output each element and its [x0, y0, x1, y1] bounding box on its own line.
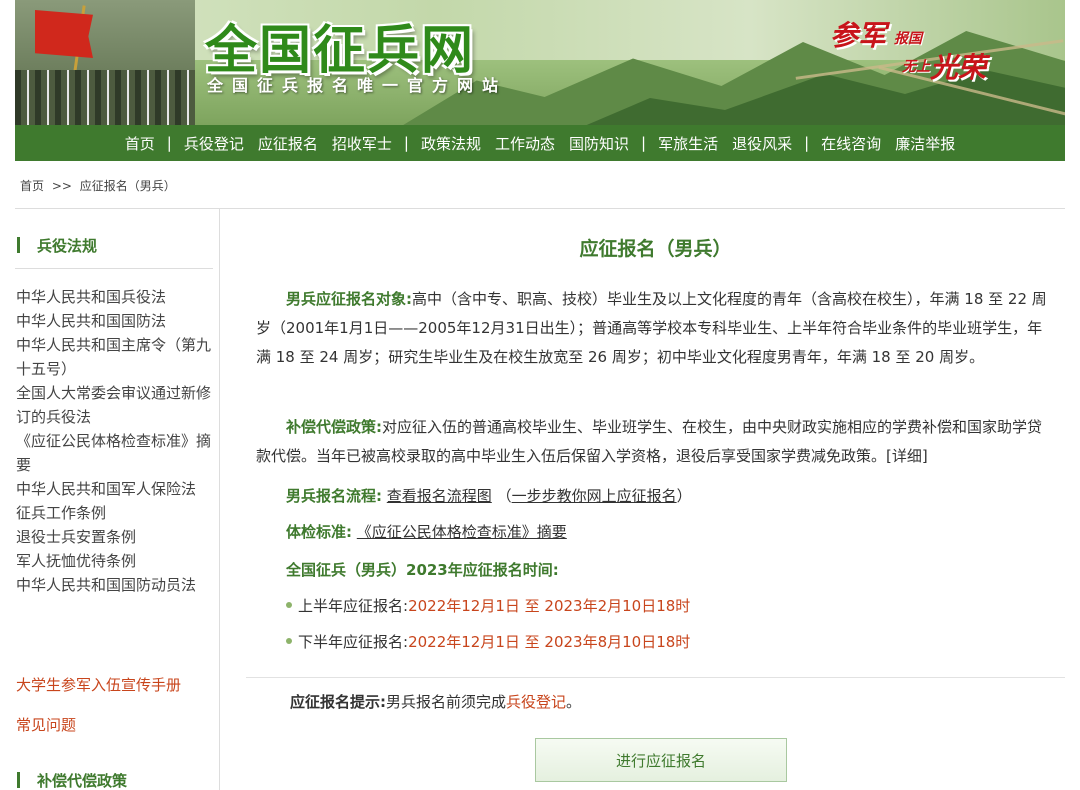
nav-separator: | — [166, 134, 172, 152]
sidebar-link-handbook[interactable]: 大学生参军入伍宣传手册 — [16, 674, 181, 695]
sidebar-item[interactable]: 中华人民共和国主席令（第九十五号） — [16, 333, 216, 381]
nav-item-sergeant-recruit[interactable]: 招收军士 — [325, 133, 399, 154]
flow-line: 男兵报名流程: 查看报名流程图 （一步步教你网上应征报名） — [286, 485, 692, 506]
heading-bar-icon — [17, 237, 20, 253]
nav-item-home[interactable]: 首页 — [118, 133, 162, 154]
nav-item-online-consult[interactable]: 在线咨询 — [814, 133, 888, 154]
heading-bar-icon — [17, 772, 20, 788]
sidebar-heading: 兵役法规 — [15, 234, 97, 256]
sidebar-heading: 补偿代偿政策 — [15, 769, 127, 790]
slogan-part: 光荣 — [930, 51, 987, 84]
exam-label: 体检标准: — [286, 523, 352, 541]
apply-enlist-button[interactable]: 进行应征报名 — [535, 738, 787, 782]
nav-item-veterans[interactable]: 退役风采 — [725, 133, 799, 154]
breadcrumb-current: 应征报名（男兵） — [79, 179, 176, 193]
sidebar-item[interactable]: 中华人民共和国军人保险法 — [16, 477, 216, 501]
sidebar-heading-text: 兵役法规 — [37, 236, 98, 255]
flow-label: 男兵报名流程: — [286, 487, 382, 505]
nav-separator: | — [641, 134, 647, 152]
site-subtitle: 全国征兵报名唯一官方网站 — [207, 76, 508, 95]
main-content: 应征报名（男兵） 男兵应征报名对象:高中（含中专、职高、技校）毕业生及以上文化程… — [246, 209, 1065, 790]
page-title: 应征报名（男兵） — [579, 238, 732, 260]
slogan-part: 报国 — [894, 31, 922, 47]
soldier-row — [15, 96, 195, 125]
breadcrumb: 首页 >> 应征报名（男兵） — [20, 177, 180, 194]
red-flag-icon — [35, 10, 93, 58]
banner-slogan: 参军 报国 无上 光荣 — [830, 14, 1000, 94]
compensation-label: 补偿代偿政策: — [286, 418, 382, 436]
nav-item-military-life[interactable]: 军旅生活 — [651, 133, 725, 154]
time-heading: 全国征兵（男兵）2023年应征报名时间: — [286, 559, 559, 580]
tip-text: 男兵报名前须完成 — [386, 693, 507, 711]
soldiers-image — [15, 0, 195, 125]
slogan-part: 无上 — [902, 59, 930, 75]
first-half-value: 2022年12月1日 至 2023年2月10日18时 — [408, 597, 691, 615]
first-half-label: 上半年应征报名: — [298, 597, 409, 615]
sidebar-item[interactable]: 中华人民共和国兵役法 — [16, 285, 216, 309]
sidebar-item[interactable]: 征兵工作条例 — [16, 501, 216, 525]
nav-item-report[interactable]: 廉洁举报 — [888, 133, 962, 154]
flow-chart-link[interactable]: 查看报名流程图 — [387, 487, 492, 505]
nav-item-policy[interactable]: 政策法规 — [414, 133, 488, 154]
bullet-icon — [286, 637, 292, 644]
eligibility-paragraph: 男兵应征报名对象:高中（含中专、职高、技校）毕业生及以上文化程度的青年（含高校在… — [256, 285, 1056, 372]
exam-line: 体检标准: 《应征公民体格检查标准》摘要 — [286, 521, 567, 542]
site-banner: 全国征兵网 全国征兵报名唯一官方网站 参军 报国 无上 光荣 — [15, 0, 1065, 125]
sidebar-item[interactable]: 全国人大常委会审议通过新修订的兵役法 — [16, 381, 216, 429]
nav-separator: | — [804, 134, 810, 152]
tip-end: 。 — [566, 693, 582, 711]
sidebar-item[interactable]: 退役士兵安置条例 — [16, 525, 216, 549]
registration-tip: 应征报名提示:男兵报名前须完成兵役登记。 — [290, 691, 581, 712]
sidebar-item[interactable]: 《应征公民体格检查标准》摘要 — [16, 429, 216, 477]
nav-separator: | — [403, 134, 409, 152]
eligibility-label: 男兵应征报名对象: — [286, 290, 412, 308]
detail-link[interactable]: [详细] — [886, 447, 928, 465]
sidebar-item[interactable]: 中华人民共和国国防动员法 — [16, 573, 216, 597]
first-half-line: 上半年应征报名:2022年12月1日 至 2023年2月10日18时 — [286, 595, 690, 616]
paren-open: （ — [496, 487, 512, 505]
breadcrumb-arrow: >> — [51, 179, 72, 193]
sidebar-list: 中华人民共和国兵役法 中华人民共和国国防法 中华人民共和国主席令（第九十五号） … — [16, 285, 216, 597]
paren-close: ） — [676, 487, 692, 505]
nav-item-defense-knowledge[interactable]: 国防知识 — [562, 133, 636, 154]
soldier-row — [15, 70, 195, 98]
slogan-part: 参军 — [830, 19, 887, 52]
tip-label: 应征报名提示: — [290, 693, 386, 711]
divider — [246, 677, 1065, 678]
divider — [15, 268, 213, 269]
sidebar-heading-text: 补偿代偿政策 — [37, 771, 128, 790]
compensation-paragraph: 补偿代偿政策:对应征入伍的普通高校毕业生、毕业班学生、在校生，由中央财政实施相应… — [256, 413, 1056, 471]
nav-item-news[interactable]: 工作动态 — [488, 133, 562, 154]
online-guide-link[interactable]: 一步步教你网上应征报名 — [512, 487, 677, 505]
bullet-icon — [286, 601, 292, 608]
nav-item-enlist-apply[interactable]: 应征报名 — [251, 133, 325, 154]
second-half-line: 下半年应征报名:2022年12月1日 至 2023年8月10日18时 — [286, 631, 690, 652]
sidebar: 兵役法规 中华人民共和国兵役法 中华人民共和国国防法 中华人民共和国主席令（第九… — [15, 209, 220, 790]
second-half-value: 2022年12月1日 至 2023年8月10日18时 — [408, 633, 691, 651]
time-label: 全国征兵（男兵）2023年应征报名时间: — [286, 561, 559, 579]
sidebar-item[interactable]: 中华人民共和国国防法 — [16, 309, 216, 333]
exam-standard-link[interactable]: 《应征公民体格检查标准》摘要 — [357, 523, 567, 541]
nav-item-registration[interactable]: 兵役登记 — [177, 133, 251, 154]
sidebar-item[interactable]: 军人抚恤优待条例 — [16, 549, 216, 573]
military-registration-link[interactable]: 兵役登记 — [506, 693, 566, 711]
breadcrumb-home[interactable]: 首页 — [20, 179, 44, 193]
second-half-label: 下半年应征报名: — [298, 633, 409, 651]
main-nav: 首页 | 兵役登记 应征报名 招收军士 | 政策法规 工作动态 国防知识 | 军… — [15, 125, 1065, 161]
sidebar-link-faq[interactable]: 常见问题 — [16, 714, 76, 735]
